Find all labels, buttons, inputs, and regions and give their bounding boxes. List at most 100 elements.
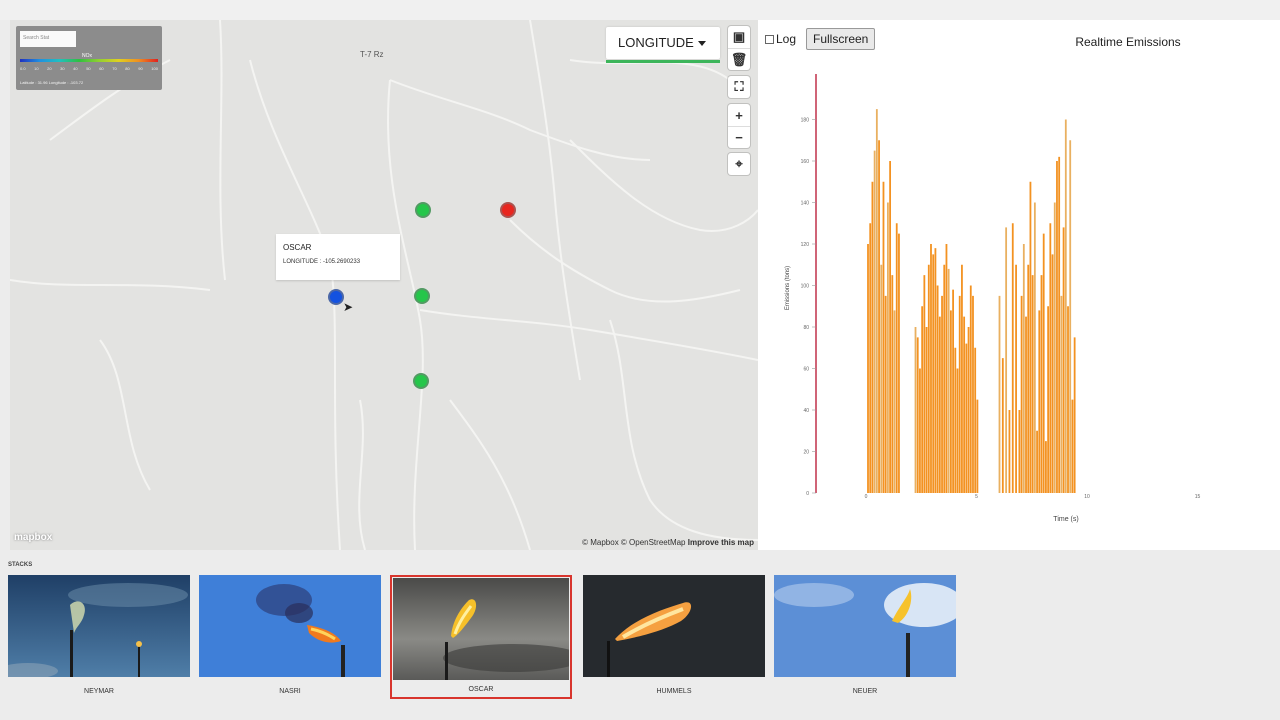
- chart-bar: [965, 343, 968, 493]
- map-attribution: © Mapbox © OpenStreetMap Improve this ma…: [582, 538, 754, 547]
- chart-bar: [1033, 202, 1036, 493]
- chart-bar: [1029, 181, 1032, 493]
- chart-bar: [1036, 430, 1038, 493]
- legend-tick: 80: [125, 66, 130, 71]
- chart-bar: [919, 368, 921, 493]
- legend-tick: 10: [34, 66, 39, 71]
- y-tick-label: 140: [801, 201, 810, 207]
- zoom-in-button[interactable]: +: [728, 104, 750, 126]
- chart-bar: [958, 295, 961, 493]
- chart-bar: [1064, 119, 1067, 493]
- chart-bar: [938, 316, 941, 493]
- stack-marker[interactable]: [414, 288, 430, 304]
- chart-bar: [974, 347, 977, 493]
- chart-bar: [1049, 223, 1052, 493]
- chart-bar: [952, 289, 954, 493]
- chart-bar: [1060, 295, 1063, 493]
- stack-marker[interactable]: [500, 202, 516, 218]
- chart-bar: [916, 337, 919, 493]
- chart-bar: [893, 310, 896, 493]
- chart-bar: [1001, 358, 1004, 493]
- chart-bar: [884, 295, 887, 493]
- metric-dropdown[interactable]: LONGITUDE: [606, 27, 720, 63]
- stack-image: [583, 575, 765, 677]
- legend-tick: 0.0: [20, 66, 26, 71]
- stack-image: [199, 575, 381, 677]
- legend-tick: 100: [151, 66, 158, 71]
- stack-name: NASRI: [279, 688, 301, 695]
- geolocate-control: ⌖: [728, 153, 750, 175]
- chart-bar: [1040, 275, 1043, 493]
- mapbox-logo[interactable]: mapbox: [14, 532, 52, 543]
- chart-bar: [1018, 410, 1021, 493]
- stack-thumbnail-hummels[interactable]: HUMMELS: [583, 575, 765, 699]
- chart-bar: [895, 223, 898, 493]
- legend-search-input[interactable]: Search Stat: [20, 31, 76, 47]
- zoom-out-button[interactable]: −: [728, 126, 750, 148]
- metric-underline: [606, 60, 720, 63]
- legend-tick: 30: [60, 66, 65, 71]
- chart-panel: Log Fullscreen Realtime Emissions 0 20 40 6…: [758, 20, 1280, 550]
- stack-marker-selected[interactable]: [328, 289, 344, 305]
- chart-bar: [882, 181, 885, 493]
- stack-thumbnail-neymar[interactable]: NEYMAR: [8, 575, 190, 699]
- chart-bar: [878, 140, 880, 493]
- chart-bar: [934, 248, 937, 493]
- legend-tick: 90: [138, 66, 143, 71]
- y-tick-label: 0: [806, 491, 809, 497]
- stacks-label: STACKS: [8, 562, 33, 568]
- legend-tick: 70: [112, 66, 117, 71]
- marker-popup: OSCAR LONGITUDE : -105.2690233: [276, 234, 400, 280]
- y-tick-label: 40: [803, 408, 809, 414]
- popup-stack-name: OSCAR: [283, 243, 312, 252]
- stack-image: [774, 575, 956, 677]
- draw-controls: ▣ 🗑: [728, 26, 750, 70]
- chart-bar: [1022, 244, 1025, 493]
- y-tick-label: 20: [803, 450, 809, 456]
- legend-color-scale: [20, 59, 158, 62]
- stack-image: [8, 575, 190, 677]
- location-pin-icon[interactable]: ⌖: [728, 153, 750, 175]
- legend-coordinates: Latitude : 31.96 Longitude : -103.72: [20, 80, 84, 85]
- y-tick-label: 160: [801, 159, 810, 165]
- chart-bar: [930, 244, 932, 493]
- zoom-controls: + −: [728, 104, 750, 148]
- chart-bar: [875, 109, 878, 493]
- draw-polygon-icon[interactable]: ▣: [728, 26, 750, 48]
- chart-bar: [1062, 227, 1065, 493]
- legend-tick: 50: [86, 66, 91, 71]
- chart-bar: [1047, 306, 1050, 493]
- chart-bar: [886, 202, 889, 493]
- stack-thumbnail-neuer[interactable]: NEUER: [774, 575, 956, 699]
- chart-bar: [880, 264, 883, 493]
- popup-value: LONGITUDE : -105.2690233: [283, 259, 361, 265]
- legend-tick: 40: [73, 66, 78, 71]
- fullscreen-icon[interactable]: ⛶: [728, 76, 750, 98]
- chart-bar: [963, 316, 966, 493]
- stack-name: NEUER: [852, 688, 878, 695]
- stack-marker[interactable]: [415, 202, 431, 218]
- improve-map-link[interactable]: Improve this map: [688, 538, 754, 547]
- map-view[interactable]: Search Stat NOx 0.0 10 20 30 40 50 60 70 80 90 100…: [10, 20, 758, 550]
- chart-bar: [956, 368, 959, 493]
- chart-bar: [954, 347, 957, 493]
- chart-bar: [871, 181, 874, 493]
- map-roads: [10, 20, 758, 550]
- chart-bar: [969, 285, 972, 493]
- stack-name: HUMMELS: [656, 688, 692, 695]
- chevron-down-icon: [698, 41, 706, 46]
- attribution-text[interactable]: © Mapbox © OpenStreetMap: [582, 538, 685, 547]
- chart-bar: [914, 327, 917, 493]
- y-tick-label: 120: [801, 242, 810, 248]
- chart-bar: [1008, 410, 1011, 493]
- emissions-chart: 02040608010012014016018005101520Time (s)…: [785, 74, 1200, 523]
- metric-dropdown-label: LONGITUDE: [618, 35, 694, 50]
- y-tick-label: 100: [801, 284, 810, 290]
- chart-bar: [936, 285, 939, 493]
- chart-bar: [945, 244, 948, 493]
- stack-thumbnail-oscar[interactable]: OSCAR: [390, 575, 572, 699]
- chart-bar: [943, 264, 946, 493]
- stack-thumbnail-nasri[interactable]: NASRI: [199, 575, 381, 699]
- stack-marker[interactable]: [413, 373, 429, 389]
- trash-icon[interactable]: 🗑: [728, 48, 750, 70]
